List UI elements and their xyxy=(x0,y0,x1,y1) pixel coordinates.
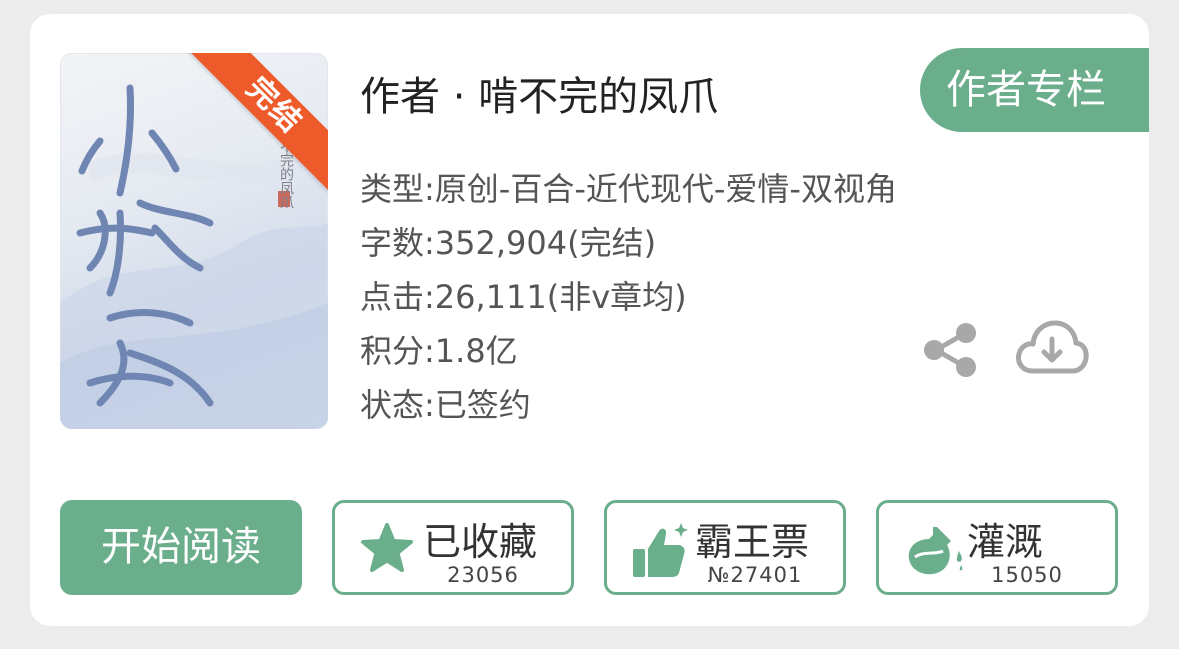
thumbs-up-icon xyxy=(631,521,691,585)
author-line[interactable]: 作者 · 啃不完的凤爪 xyxy=(360,64,718,122)
collect-button[interactable]: 已收藏 23056 xyxy=(332,500,574,595)
info-clicks: 点击:26,111(非v章均) xyxy=(360,278,687,316)
book-cover[interactable]: 啃不完的凤爪 完结 xyxy=(60,53,328,429)
vote-count: №27401 xyxy=(707,563,803,587)
vote-button[interactable]: 霸王票 №27401 xyxy=(604,500,846,595)
nutrient-label: 灌溉 xyxy=(967,520,1044,564)
info-status: 状态:已签约 xyxy=(360,386,531,424)
share-icon[interactable] xyxy=(920,320,980,384)
collect-label: 已收藏 xyxy=(423,520,538,564)
start-reading-button[interactable]: 开始阅读 xyxy=(60,500,302,595)
star-icon xyxy=(359,521,415,581)
book-info-list: 类型:原创-百合-近代现代-爱情-双视角 字数:352,904(完结) 点击:2… xyxy=(360,162,897,432)
info-word-count: 字数:352,904(完结) xyxy=(360,224,657,262)
nutrient-button[interactable]: 灌溉 15050 xyxy=(876,500,1118,595)
author-column-button[interactable]: 作者专栏 xyxy=(920,48,1149,132)
vote-label: 霸王票 xyxy=(695,520,810,564)
cloud-download-icon[interactable] xyxy=(1015,319,1089,383)
flask-icon xyxy=(903,521,967,585)
collect-count: 23056 xyxy=(447,563,519,587)
info-score: 积分:1.8亿 xyxy=(360,332,518,370)
nutrient-count: 15050 xyxy=(991,563,1063,587)
info-type: 类型:原创-百合-近代现代-爱情-双视角 xyxy=(360,170,897,208)
book-info-card: 啃不完的凤爪 完结 作者 · 啃不完的凤爪 作者专栏 类型:原创-百合-近代现代… xyxy=(30,14,1149,626)
